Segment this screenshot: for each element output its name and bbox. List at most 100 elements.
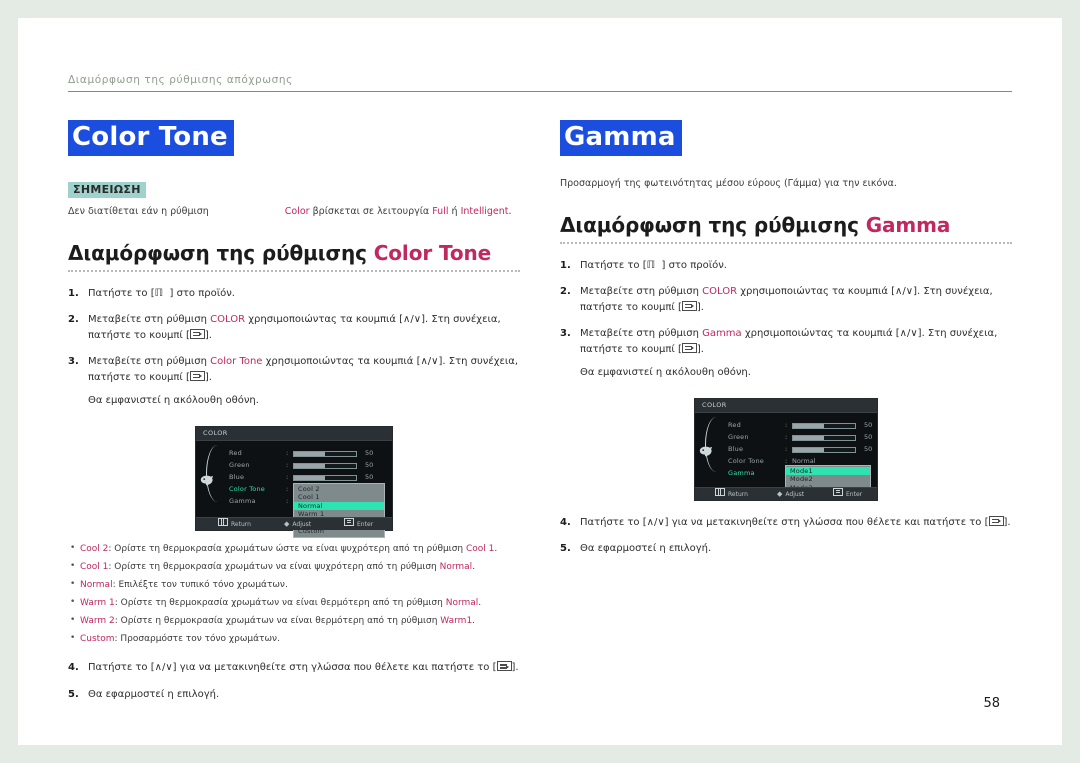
adjust-icon: ◆ [284,519,290,528]
osd-footer-adjust[interactable]: ◆ Adjust [284,518,311,531]
enter-key-icon [189,370,205,381]
osd-menu-item[interactable]: Mode2 [786,475,870,484]
osd-row-label: Green [728,432,749,441]
steps-list-left: 1. Πατήστε το [ℿ ] στο προϊόν. 2. Μεταβείτ… [68,286,520,409]
step-1: 1. Πατήστε το [ℿ ] στο προϊόν. [560,258,1012,274]
palette-icon [699,446,713,457]
bullet-term-end: Normal [439,561,473,572]
osd-arc-decoration [705,416,728,473]
osd-footer-label: Enter [846,490,863,498]
step-3-number: 3. [68,356,79,368]
osd-footer-return[interactable]: Return [218,517,251,531]
osd-slider-green[interactable] [293,462,357,469]
note-badge: ΣΗΜΕΙΩΣΗ [68,181,146,198]
osd-body: Red : 50 Green : 50 Blue: 50 Color Tone… [695,412,877,495]
osd-title: COLOR [695,398,877,413]
right-column: Gamma Προσαρμογή της φωτεινότητας μέσου … [560,120,1012,557]
step-2-pre: Μεταβείτε στη ρύθμιση [88,314,211,326]
step-1: 1. Πατήστε το [ℿ ] στο προϊόν. [68,286,520,302]
step-4-number: 4. [68,662,79,674]
osd-footer-label: Return [728,490,748,498]
osd-menu-item-selected[interactable]: Normal [294,501,384,511]
osd-row-colon: : [785,444,788,453]
step-2-term: COLOR [702,286,738,298]
note-term-intelligent: Intelligent [460,205,509,217]
osd-slider-blue[interactable] [792,446,856,453]
adjust-icon: ◆ [777,489,783,498]
osd-row-red[interactable]: Red : 50 [728,420,873,431]
osd-row-colon: : [286,484,289,493]
note-text-end: . [508,205,512,217]
list-item: Cool 1: Ορίστε τη θερμοκρασία χρωμάτων ν… [68,560,520,575]
gamma-intro-text: Προσαρμογή της φωτεινότητας μέσου εύρους… [560,177,897,189]
osd-slider-blue[interactable] [293,474,357,481]
list-item: Warm 2: Ορίστε η θερμοκρασία χρωμάτων να… [68,614,520,629]
section-heading-gamma: Διαμόρφωση της ρύθμισης Gamma [560,213,1012,244]
bullet-tail: . [472,615,476,626]
page-title-gamma: Gamma [560,120,682,156]
osd-title: COLOR [196,426,392,441]
note-term-full: Full [432,205,449,217]
osd-menu-item[interactable]: Cool 1 [294,493,384,502]
osd-footer-enter[interactable]: Enter [833,487,863,501]
menu-icon [218,517,228,526]
step-4-pre: Πατήστε το [∧/∨] για να μετακινηθείτε στ… [580,516,989,528]
bullet-term: Warm 1 [80,597,115,608]
osd-slider-green[interactable] [792,434,856,441]
bullet-text: : Ορίστε η θερμοκρασία χρωμάτων να είναι… [114,615,441,626]
osd-row-colon: : [785,432,788,441]
step-3: 3. Μεταβείτε στη ρύθμιση Gamma χρησιμοποι… [560,326,1012,381]
enter-key-icon [681,300,697,311]
step-3: 3. Μεταβείτε στη ρύθμιση Color Tone χρησι… [68,354,520,409]
enter-key-icon [496,661,512,672]
osd-footer-enter[interactable]: Enter [344,517,374,531]
step-2-term: COLOR [210,314,246,326]
osd-row-green[interactable]: Green : 50 [728,432,873,443]
osd-row-value: 50 [864,444,873,453]
steps-list-right: 1. Πατήστε το [ℿ ] στο προϊόν. 2. Μεταβείτ… [560,258,1012,381]
osd-screenshot-color-tone: COLOR Red: 50 Green: 50 Blue: 50 Colo… [195,425,393,538]
osd-row-label: Gamma [229,496,256,505]
step-5-text: Θα εφαρμοστεί η επιλογή. [88,688,220,700]
osd-row-blue[interactable]: Blue : 50 [728,444,873,455]
osd-row-blue[interactable]: Blue : 50 [229,472,388,483]
list-item: Custom: Προσαρμόστε τον τόνο χρωμάτων. [68,632,520,647]
osd-row-colon: : [785,420,788,429]
header-rule [68,91,1012,92]
osd-slider-red[interactable] [792,422,856,429]
osd-row-red[interactable]: Red : 50 [229,448,388,459]
list-item: Normal: Επιλέξτε τον τυπικό τόνο χρωμάτω… [68,578,520,593]
bullet-term: Cool 2 [80,543,109,554]
palette-icon [200,475,214,486]
osd-row-green[interactable]: Green : 50 [229,460,388,471]
step-5: 5. Θα εφαρμοστεί η επιλογή. [560,541,1012,557]
osd-menu-item[interactable]: Cool 2 [294,485,384,494]
osd-row-colon: : [286,472,289,481]
section-heading-color-tone: Διαμόρφωση της ρύθμισης Color Tone [68,241,520,272]
note-text-or: ή [451,205,458,217]
steps-list-left-tail: 4. Πατήστε το [∧/∨] για να μετακινηθείτε … [68,660,520,702]
osd-slider-red[interactable] [293,450,357,457]
step-2-number: 2. [68,314,79,326]
osd-row-value: 50 [365,460,374,469]
osd-menu-item-selected[interactable]: Mode1 [786,466,870,476]
step-3-term: Color Tone [210,356,263,368]
page-number: 58 [983,696,1000,711]
step-4-pre: Πατήστε το [∧/∨] για να μετακινηθείτε στ… [88,662,497,674]
osd-row-label: Green [229,460,250,469]
color-tone-option-list: Cool 2: Ορίστε τη θερμοκρασία χρωμάτων ώ… [68,542,520,647]
osd-arc-decoration [206,444,229,502]
bullet-tail: . [478,597,482,608]
bullet-term: Cool 1 [80,561,109,572]
step-4-post: ]. [1003,516,1011,528]
menu-icon [715,487,725,496]
osd-footer-label: Adjust [785,490,805,498]
osd-row-label: Red [728,420,741,429]
osd-row-label: Red [229,448,242,457]
osd-footer-label: Enter [357,520,374,528]
bullet-text: : Επιλέξτε τον τυπικό τόνο χρωμάτων. [112,579,288,590]
osd-footer-return[interactable]: Return [715,487,748,501]
osd-row-colon: : [286,460,289,469]
enter-icon [833,487,843,496]
osd-footer-adjust[interactable]: ◆ Adjust [777,488,804,501]
